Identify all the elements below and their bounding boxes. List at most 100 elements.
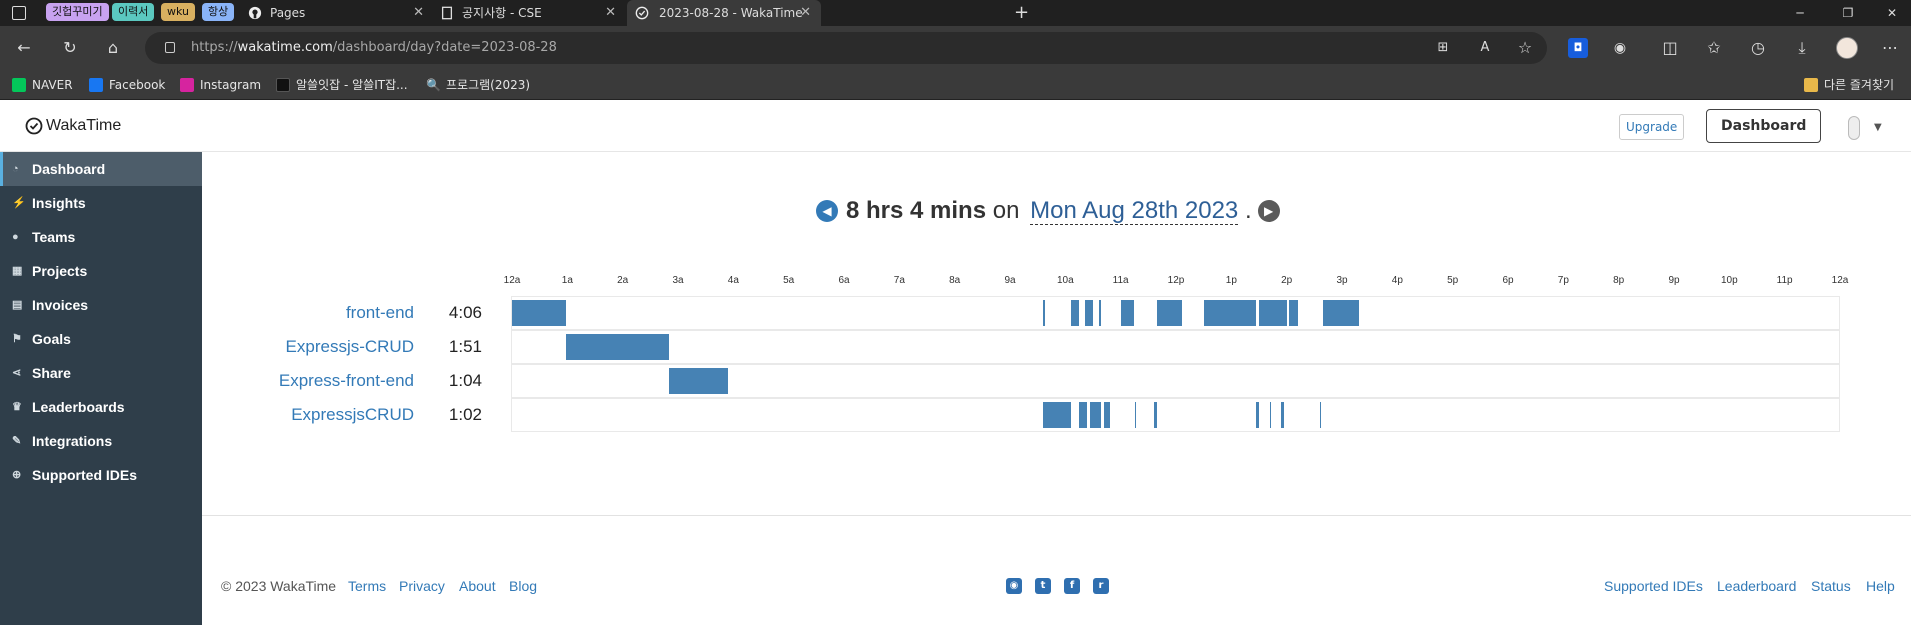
sidebar-item-supported-ides[interactable]: ⊕ Supported IDEs bbox=[0, 458, 202, 492]
activity-segment[interactable] bbox=[1079, 402, 1088, 428]
sidebar-item-invoices[interactable]: ▤ Invoices bbox=[0, 288, 202, 322]
activity-segment[interactable] bbox=[1134, 402, 1136, 428]
footer-link-privacy[interactable]: Privacy bbox=[399, 578, 445, 594]
activity-segment[interactable] bbox=[1090, 402, 1102, 428]
project-name-link[interactable]: ExpressjsCRUD bbox=[291, 405, 414, 425]
footer-link-help[interactable]: Help bbox=[1866, 578, 1895, 594]
sidebar-item-integrations[interactable]: ✎ Integrations bbox=[0, 424, 202, 458]
project-timeline-row bbox=[511, 398, 1840, 432]
bookmark-facebook[interactable]: Facebook bbox=[89, 70, 165, 100]
restore-icon[interactable]: ❐ bbox=[1828, 0, 1868, 26]
bookmark-program[interactable]: 🔍 프로그램(2023) bbox=[426, 70, 530, 100]
tab-pages[interactable]: Pages ✕ bbox=[244, 0, 434, 26]
upgrade-button[interactable]: Upgrade bbox=[1619, 114, 1685, 140]
minimize-icon[interactable]: ─ bbox=[1780, 0, 1820, 26]
activity-segment[interactable] bbox=[1289, 300, 1298, 326]
github-icon[interactable]: ◉ bbox=[1006, 578, 1022, 594]
lock-icon[interactable] bbox=[165, 42, 175, 53]
tab-actions-icon[interactable] bbox=[12, 6, 26, 20]
facebook-icon[interactable]: f bbox=[1064, 578, 1080, 594]
user-avatar[interactable] bbox=[1848, 116, 1860, 140]
close-icon[interactable]: ✕ bbox=[413, 0, 424, 26]
download-icon[interactable]: ⤓ bbox=[1792, 38, 1812, 58]
activity-segment[interactable] bbox=[1156, 300, 1182, 326]
activity-segment[interactable] bbox=[1070, 300, 1080, 326]
bitwarden-icon[interactable]: ◘ bbox=[1568, 38, 1588, 58]
activity-segment[interactable] bbox=[1259, 300, 1287, 326]
next-day-icon[interactable]: ▶ bbox=[1257, 200, 1280, 222]
activity-segment[interactable] bbox=[1043, 402, 1071, 428]
more-icon[interactable]: ⋯ bbox=[1880, 38, 1900, 58]
bookmark-naver[interactable]: NAVER bbox=[12, 70, 73, 100]
bookmark-label: 다른 즐겨찾기 bbox=[1824, 78, 1895, 92]
tab-group-1[interactable]: 이력서 bbox=[112, 3, 155, 21]
tab-group-2[interactable]: wku bbox=[161, 3, 195, 21]
activity-segment[interactable] bbox=[1319, 402, 1321, 428]
activity-segment[interactable] bbox=[1270, 402, 1272, 428]
sidebar-item-insights[interactable]: ⚡ Insights bbox=[0, 186, 202, 220]
app-available-icon[interactable]: ⊞ bbox=[1433, 38, 1453, 58]
x-tick-label: 7p bbox=[1557, 275, 1569, 286]
back-icon[interactable]: ← bbox=[14, 38, 34, 58]
footer-link-leaderboard[interactable]: Leaderboard bbox=[1717, 578, 1796, 594]
home-icon[interactable]: ⌂ bbox=[103, 38, 123, 58]
close-icon[interactable]: ✕ bbox=[605, 0, 616, 26]
x-tick-label: 5a bbox=[783, 275, 795, 286]
favorites-icon[interactable]: ✩ bbox=[1704, 38, 1724, 58]
refresh-icon[interactable]: ↻ bbox=[60, 38, 80, 58]
favorite-star-icon[interactable]: ☆ bbox=[1515, 38, 1535, 58]
reddit-icon[interactable]: r bbox=[1093, 578, 1109, 594]
activity-segment[interactable] bbox=[1281, 402, 1284, 428]
activity-segment[interactable] bbox=[1203, 300, 1257, 326]
sidebar-item-leaderboards[interactable]: ♛ Leaderboards bbox=[0, 390, 202, 424]
profile-avatar[interactable] bbox=[1836, 37, 1858, 59]
close-window-icon[interactable]: ✕ bbox=[1872, 0, 1911, 26]
read-aloud-icon[interactable]: A bbox=[1475, 38, 1495, 58]
activity-segment[interactable] bbox=[1043, 300, 1045, 326]
activity-segment[interactable] bbox=[565, 334, 669, 360]
history-icon[interactable]: ◷ bbox=[1748, 38, 1768, 58]
address-bar[interactable]: https://wakatime.com/dashboard/day?date=… bbox=[145, 32, 1547, 64]
footer-link-blog[interactable]: Blog bbox=[509, 578, 537, 594]
activity-segment[interactable] bbox=[668, 368, 728, 394]
footer-link-terms[interactable]: Terms bbox=[348, 578, 386, 594]
twitter-icon[interactable]: t bbox=[1035, 578, 1051, 594]
sidebar-item-projects[interactable]: ▦ Projects bbox=[0, 254, 202, 288]
dashboard-button[interactable]: Dashboard bbox=[1706, 109, 1822, 143]
url-text[interactable]: https://wakatime.com/dashboard/day?date=… bbox=[191, 32, 557, 64]
close-icon[interactable]: ✕ bbox=[800, 0, 811, 26]
sidebar-item-share[interactable]: ⋖ Share bbox=[0, 356, 202, 390]
footer-link-supported-ides[interactable]: Supported IDEs bbox=[1604, 578, 1703, 594]
activity-segment[interactable] bbox=[1153, 402, 1157, 428]
bookmark-instagram[interactable]: Instagram bbox=[180, 70, 261, 100]
extension-icon[interactable]: ◉ bbox=[1610, 38, 1630, 58]
activity-segment[interactable] bbox=[1098, 300, 1102, 326]
project-name-link[interactable]: front-end bbox=[346, 303, 414, 323]
x-tick-label: 8a bbox=[949, 275, 961, 286]
new-tab-icon[interactable]: + bbox=[1014, 2, 1029, 24]
previous-day-icon[interactable]: ◀ bbox=[816, 200, 838, 222]
bookmark-alsseul[interactable]: 알쓸잇잡 - 알쓸IT잡... bbox=[276, 70, 408, 100]
activity-segment[interactable] bbox=[1322, 300, 1359, 326]
activity-segment[interactable] bbox=[1256, 402, 1259, 428]
project-name-link[interactable]: Expressjs-CRUD bbox=[286, 337, 414, 357]
activity-segment[interactable] bbox=[1084, 300, 1093, 326]
date-picker[interactable]: Mon Aug 28th 2023 bbox=[1030, 197, 1239, 225]
wakatime-logo[interactable]: WakaTime bbox=[25, 115, 121, 137]
footer-link-status[interactable]: Status bbox=[1811, 578, 1851, 594]
split-screen-icon[interactable]: ◫ bbox=[1660, 38, 1680, 58]
activity-segment[interactable] bbox=[512, 300, 566, 326]
tab-group-0[interactable]: 깃헙꾸미기 bbox=[46, 3, 109, 21]
tab-cse[interactable]: 공지사항 - CSE ✕ bbox=[432, 0, 626, 26]
chevron-down-icon[interactable]: ▼ bbox=[1874, 122, 1882, 133]
project-name-link[interactable]: Express-front-end bbox=[279, 371, 414, 391]
sidebar-item-goals[interactable]: ⚑ Goals bbox=[0, 322, 202, 356]
tab-group-3[interactable]: 항상 bbox=[202, 3, 235, 21]
sidebar-item-teams[interactable]: ● Teams bbox=[0, 220, 202, 254]
footer-link-about[interactable]: About bbox=[459, 578, 496, 594]
sidebar-item-dashboard[interactable]: ◔ Dashboard bbox=[0, 152, 202, 186]
other-bookmarks[interactable]: 다른 즐겨찾기 bbox=[1804, 70, 1894, 100]
tab-wakatime[interactable]: 2023-08-28 - WakaTime ✕ bbox=[627, 0, 821, 26]
activity-segment[interactable] bbox=[1120, 300, 1135, 326]
activity-segment[interactable] bbox=[1104, 402, 1110, 428]
